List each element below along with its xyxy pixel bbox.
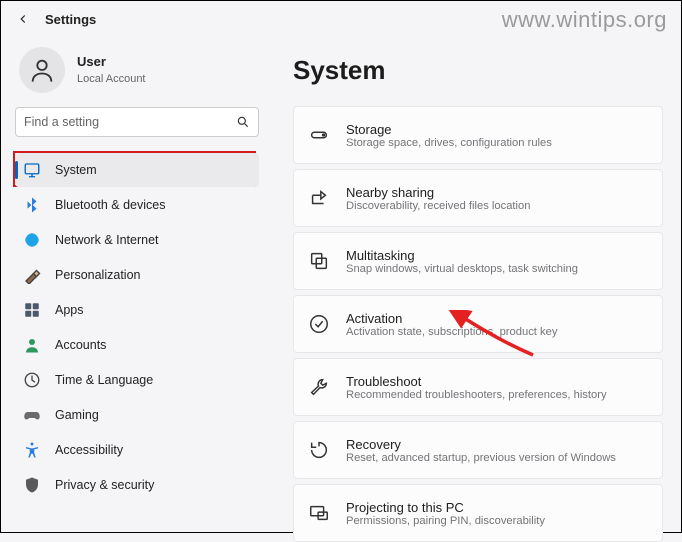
bluetooth-icon <box>23 196 41 214</box>
card-title: Projecting to this PC <box>346 500 545 515</box>
window-header: Settings <box>1 1 681 33</box>
nav: System Bluetooth & devices Network & Int… <box>15 153 259 502</box>
sidebar-item-gaming[interactable]: Gaming <box>15 398 259 432</box>
share-icon <box>308 187 330 209</box>
network-icon <box>23 231 41 249</box>
sidebar-item-label: Apps <box>55 303 84 317</box>
card-title: Storage <box>346 122 552 137</box>
sidebar-item-label: Network & Internet <box>55 233 159 247</box>
user-info: User Local Account <box>77 54 146 87</box>
system-icon <box>23 161 41 179</box>
sidebar-item-accounts[interactable]: Accounts <box>15 328 259 362</box>
sidebar-item-bluetooth[interactable]: Bluetooth & devices <box>15 188 259 222</box>
gaming-icon <box>23 406 41 424</box>
avatar <box>19 47 65 93</box>
card-title: Troubleshoot <box>346 374 607 389</box>
sidebar-item-label: Personalization <box>55 268 140 282</box>
activation-icon <box>308 313 330 335</box>
card-subtitle: Storage space, drives, configuration rul… <box>346 137 552 149</box>
accessibility-icon <box>23 441 41 459</box>
card-subtitle: Discoverability, received files location <box>346 200 530 212</box>
header-title: Settings <box>45 12 96 27</box>
card-title: Recovery <box>346 437 616 452</box>
card-storage[interactable]: Storage Storage space, drives, configura… <box>293 106 663 164</box>
page-title: System <box>293 55 663 86</box>
sidebar-item-network[interactable]: Network & Internet <box>15 223 259 257</box>
card-title: Nearby sharing <box>346 185 530 200</box>
sidebar: User Local Account System Bluetooth & de… <box>1 33 271 542</box>
card-title: Activation <box>346 311 557 326</box>
card-title: Multitasking <box>346 248 578 263</box>
troubleshoot-icon <box>308 376 330 398</box>
card-subtitle: Recommended troubleshooters, preferences… <box>346 389 607 401</box>
back-button[interactable] <box>15 11 31 27</box>
sidebar-item-label: Accessibility <box>55 443 123 457</box>
privacy-icon <box>23 476 41 494</box>
sidebar-item-label: System <box>55 163 97 177</box>
storage-icon <box>308 124 330 146</box>
accounts-icon <box>23 336 41 354</box>
user-account-type: Local Account <box>77 73 146 85</box>
sidebar-item-personalization[interactable]: Personalization <box>15 258 259 292</box>
search-box[interactable] <box>15 107 259 137</box>
multitasking-icon <box>308 250 330 272</box>
sidebar-item-label: Time & Language <box>55 373 153 387</box>
card-activation[interactable]: Activation Activation state, subscriptio… <box>293 295 663 353</box>
card-nearby-sharing[interactable]: Nearby sharing Discoverability, received… <box>293 169 663 227</box>
apps-icon <box>23 301 41 319</box>
main: System Storage Storage space, drives, co… <box>271 33 681 542</box>
card-multitasking[interactable]: Multitasking Snap windows, virtual deskt… <box>293 232 663 290</box>
sidebar-item-system[interactable]: System <box>15 153 259 187</box>
search-icon <box>236 115 250 129</box>
card-subtitle: Activation state, subscriptions, product… <box>346 326 557 338</box>
card-subtitle: Snap windows, virtual desktops, task swi… <box>346 263 578 275</box>
sidebar-item-label: Bluetooth & devices <box>55 198 166 212</box>
settings-cards: Storage Storage space, drives, configura… <box>293 106 663 542</box>
card-subtitle: Permissions, pairing PIN, discoverabilit… <box>346 515 545 527</box>
projecting-icon <box>308 502 330 524</box>
sidebar-item-label: Privacy & security <box>55 478 154 492</box>
user-name: User <box>77 54 146 69</box>
card-subtitle: Reset, advanced startup, previous versio… <box>346 452 616 464</box>
sidebar-item-time-language[interactable]: Time & Language <box>15 363 259 397</box>
sidebar-item-privacy[interactable]: Privacy & security <box>15 468 259 502</box>
sidebar-item-label: Accounts <box>55 338 106 352</box>
sidebar-item-label: Gaming <box>55 408 99 422</box>
card-troubleshoot[interactable]: Troubleshoot Recommended troubleshooters… <box>293 358 663 416</box>
user-profile[interactable]: User Local Account <box>15 39 259 107</box>
card-recovery[interactable]: Recovery Reset, advanced startup, previo… <box>293 421 663 479</box>
recovery-icon <box>308 439 330 461</box>
personalization-icon <box>23 266 41 284</box>
time-language-icon <box>23 371 41 389</box>
sidebar-item-accessibility[interactable]: Accessibility <box>15 433 259 467</box>
card-projecting[interactable]: Projecting to this PC Permissions, pairi… <box>293 484 663 542</box>
search-input[interactable] <box>24 115 236 129</box>
sidebar-item-apps[interactable]: Apps <box>15 293 259 327</box>
